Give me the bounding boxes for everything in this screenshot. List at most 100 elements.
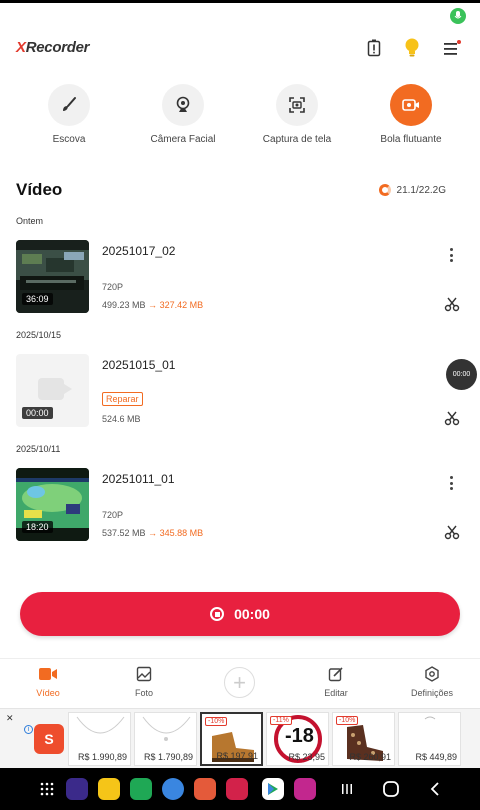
tool-label: Captura de tela [262,134,332,145]
video-duration: 00:00 [22,407,53,419]
date-label: 2025/10/15 [16,330,62,340]
flower-app-icon[interactable] [294,778,316,800]
date-label: 2025/10/11 [16,444,61,454]
nav-label: Foto [134,688,153,698]
tools-row: Escova Câmera Facial Captura de tela Bol… [0,84,480,154]
tool-label: Câmera Facial [150,134,216,145]
browser-app-icon[interactable] [66,778,88,800]
tool-brush[interactable]: Escova [14,84,124,145]
tool-face-camera[interactable]: Câmera Facial [128,84,238,145]
record-icon [210,607,225,621]
nav-label: Vídeo [36,688,60,698]
nav-label: Editar [324,688,348,698]
tool-screenshot[interactable]: Captura de tela [242,84,352,145]
date-label: Ontem [16,216,44,226]
repair-button[interactable]: Reparar [102,392,143,406]
recent-apps-icon[interactable] [338,780,356,798]
ad-product[interactable]: -10% R$ 260,91 [332,712,395,766]
tool-label: Bola flutuante [380,134,442,145]
video-item[interactable]: 18:20 20251011_01 720P 537.52 MB → 345.8… [16,468,466,542]
mic-active-icon [450,8,466,24]
messages-app-icon[interactable] [162,778,184,800]
app-drawer-icon[interactable] [38,780,56,798]
add-button[interactable]: + [224,667,255,698]
video-name: 20251015_01 [102,358,176,372]
ad-product[interactable]: -10% R$ 197,91 [200,712,263,766]
phone-app-icon[interactable] [130,778,152,800]
bottom-nav: Vídeo Foto + Editar Definições [0,658,480,706]
status-bar [0,0,480,26]
nav-video[interactable]: Vídeo [13,665,83,698]
video-duration: 18:20 [22,521,53,533]
video-size: 537.52 MB → 345.88 MB [102,528,204,538]
video-thumbnail[interactable]: 18:20 [16,468,89,541]
video-duration: 36:09 [22,293,53,305]
video-placeholder-icon [38,378,72,400]
nav-settings[interactable]: Definições [397,665,467,698]
files-app-icon[interactable] [98,778,120,800]
tool-floating-ball[interactable]: Bola flutuante [356,84,466,145]
contacts-app-icon[interactable] [194,778,216,800]
settings-icon [397,665,467,683]
record-button[interactable]: 00:00 [20,592,460,636]
shopee-logo[interactable]: S [34,724,64,754]
floating-ball-icon [390,84,432,126]
more-options-icon[interactable] [446,246,456,264]
ad-info-icon[interactable]: i [24,725,33,734]
age-rating-badge: -18 [285,725,314,747]
video-thumbnail[interactable]: 36:09 [16,240,89,313]
discount-badge: -10% [205,717,228,726]
storage-text: 21.1/22.2G [396,184,446,196]
close-ad-icon[interactable]: ✕ [6,713,14,724]
edit-icon [301,665,371,683]
ad-product[interactable]: R$ 449,89 [398,712,461,766]
discount-badge: -11% [270,716,292,725]
play-store-icon[interactable] [262,778,284,800]
nav-edit[interactable]: Editar [301,665,371,698]
ad-product[interactable]: -11% -18 R$ 23,95 [266,712,329,766]
discount-badge: -10% [336,716,359,725]
tool-label: Escova [52,134,86,145]
video-resolution: 720P [102,282,124,292]
home-icon[interactable] [380,778,402,800]
nav-photo[interactable]: Foto [109,665,179,698]
product-price: R$ 1.790,89 [143,752,193,762]
video-item[interactable]: 00:00 20251015_01 Reparar 524.6 MB [16,354,466,428]
floating-ball[interactable]: 00:00 [446,359,477,390]
video-item[interactable]: 36:09 20251017_02 720P 499.23 MB → 327.4… [16,240,466,314]
back-icon[interactable] [426,780,444,798]
brush-icon [48,84,90,126]
product-price: R$ 260,91 [349,752,391,762]
record-time: 00:00 [234,606,270,622]
system-nav-bar [0,768,480,810]
ad-product[interactable]: R$ 1.790,89 [134,712,197,766]
product-price: R$ 449,89 [415,752,457,762]
product-price: R$ 197,91 [216,751,258,761]
nav-label: Definições [410,688,454,698]
product-price: R$ 1.990,89 [77,752,127,762]
lightbulb-icon[interactable] [400,36,424,60]
storage-ring-icon [378,184,391,196]
scissors-icon[interactable] [444,296,460,312]
section-title: Vídeo [16,180,63,199]
scissors-icon[interactable] [444,524,460,540]
screenshot-icon [276,84,318,126]
video-resolution: 720P [102,510,124,520]
app-logo: XRecorder [16,39,90,56]
ad-banner[interactable]: ✕ i S R$ 1.990,89 R$ 1.790,89 -10% R$ 19… [0,708,480,768]
video-camera-icon [13,665,83,683]
product-price: R$ 23,95 [288,752,325,762]
recorder-app-icon[interactable] [226,778,248,800]
video-thumbnail[interactable]: 00:00 [16,354,89,427]
more-options-icon[interactable] [446,474,456,492]
webcam-icon [162,84,204,126]
storage-indicator: 21.1/22.2G [378,184,446,196]
photo-icon [109,665,179,683]
video-size: 524.6 MB [102,414,141,424]
ad-product[interactable]: R$ 1.990,89 [68,712,131,766]
scissors-icon[interactable] [444,410,460,426]
video-size: 499.23 MB → 327.42 MB [102,300,204,310]
battery-alert-icon[interactable] [362,36,386,60]
menu-icon[interactable] [440,36,464,60]
video-name: 20251017_02 [102,244,176,258]
